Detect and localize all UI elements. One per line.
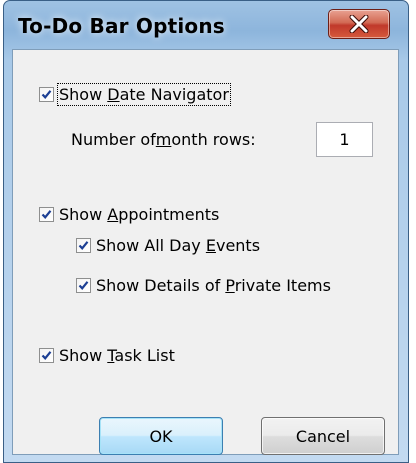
- title-bar[interactable]: To-Do Bar Options: [4, 1, 408, 49]
- access-key: E: [205, 236, 216, 255]
- checkmark-icon: [41, 90, 52, 99]
- show-date-navigator-label: Show Date Navigator: [57, 83, 231, 106]
- show-appointments-checkbox[interactable]: [39, 207, 54, 222]
- close-icon: [349, 15, 369, 33]
- label-text: ppointments: [118, 205, 220, 224]
- show-task-list-checkbox[interactable]: [39, 348, 54, 363]
- label-text: Show: [59, 85, 108, 104]
- access-key: A: [107, 205, 119, 224]
- label-text: Show All Day: [96, 236, 206, 255]
- label-text: vents: [215, 236, 261, 255]
- show-appointments-label: Show Appointments: [59, 205, 219, 224]
- access-key: P: [225, 276, 235, 295]
- show-all-day-events-label: Show All Day Events: [96, 236, 260, 255]
- show-private-details-option[interactable]: Show Details of Private Items: [76, 276, 331, 295]
- label-text: ask List: [114, 346, 175, 365]
- checkmark-icon: [78, 241, 89, 250]
- dialog-title: To-Do Bar Options: [18, 14, 225, 38]
- ok-button[interactable]: OK: [99, 417, 223, 455]
- show-appointments-option[interactable]: Show Appointments: [39, 205, 219, 224]
- show-all-day-events-checkbox[interactable]: [76, 238, 91, 253]
- label-text: Show Details of: [96, 276, 226, 295]
- show-private-details-label: Show Details of Private Items: [96, 276, 331, 295]
- dialog-content: Show Date Navigator Number of m onth rows…: [12, 49, 399, 455]
- show-task-list-option[interactable]: Show Task List: [39, 346, 175, 365]
- cancel-button[interactable]: Cancel: [261, 417, 385, 455]
- label-text: Number of: [71, 130, 156, 149]
- label-text: Show: [59, 346, 108, 365]
- close-button[interactable]: [328, 9, 390, 39]
- label-text: rivate Items: [234, 276, 331, 295]
- access-key: D: [107, 85, 120, 104]
- checkmark-icon: [41, 351, 52, 360]
- month-rows-input[interactable]: 1: [316, 122, 373, 157]
- show-date-navigator-option[interactable]: Show Date Navigator: [39, 83, 231, 106]
- checkmark-icon: [41, 210, 52, 219]
- dialog-window: To-Do Bar Options Show Date Navigator Nu…: [3, 0, 409, 463]
- label-text: onth rows:: [171, 130, 256, 149]
- show-date-navigator-checkbox[interactable]: [39, 87, 54, 102]
- checkmark-icon: [78, 281, 89, 290]
- show-all-day-events-option[interactable]: Show All Day Events: [76, 236, 260, 255]
- access-key: m: [155, 130, 172, 149]
- label-text: Show: [59, 205, 108, 224]
- month-rows-label: Number of m onth rows:: [71, 130, 256, 149]
- show-task-list-label: Show Task List: [59, 346, 175, 365]
- label-text: ate Navigator: [119, 85, 229, 104]
- show-private-details-checkbox[interactable]: [76, 278, 91, 293]
